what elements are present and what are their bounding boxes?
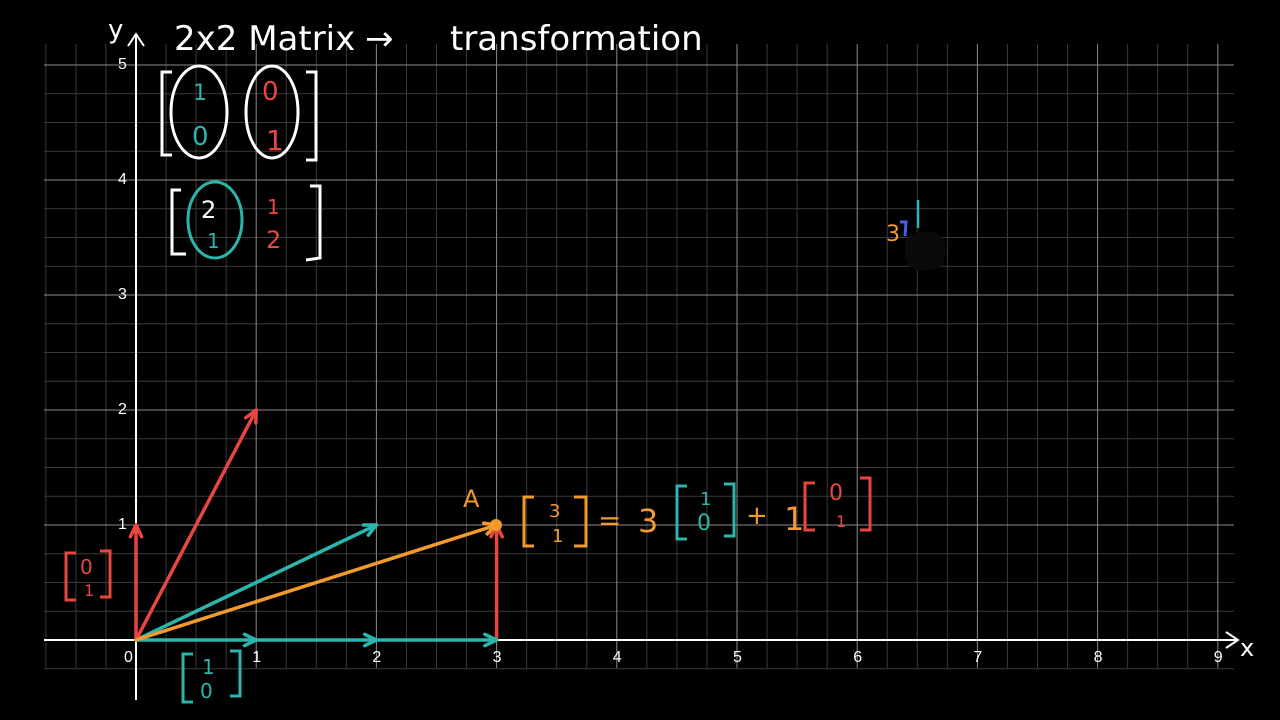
e2-label: 0 1 [64, 549, 112, 602]
y-axis-label: y [108, 15, 123, 45]
point-a-dot [490, 519, 502, 531]
x-tick-label: 8 [1094, 649, 1103, 666]
bracket-left [64, 551, 76, 602]
title-left: 2x2 Matrix [174, 19, 355, 59]
corner-scribble: 3 [886, 200, 945, 270]
std-col2-top: 0 [262, 77, 279, 107]
basis2-top: 0 [829, 481, 843, 506]
vec-bracket-left [522, 495, 534, 548]
left-bracket [170, 188, 186, 256]
x-tick-label: 1 [252, 649, 261, 666]
std-col1-bottom: 0 [192, 122, 209, 152]
vec-bottom: 1 [552, 526, 563, 547]
right-bracket [305, 184, 322, 262]
basis1-bracket-right [724, 482, 736, 538]
bracket-right [100, 549, 112, 599]
e2-bottom: 1 [84, 581, 94, 600]
x-axis-label: x [1240, 634, 1254, 662]
coef-1: 3 [638, 502, 658, 540]
point-a-label: A [463, 485, 480, 513]
coordinate-board: 0 1 2 3 4 5 6 7 8 912345 y x 2x2 Matrix → transfo… [44, 15, 1254, 704]
tf-col2-bottom: 2 [266, 226, 281, 254]
e1-top: 1 [202, 655, 215, 679]
vec-bracket-right [574, 495, 588, 548]
x-tick-label: 9 [1214, 649, 1223, 666]
tf-col1-bottom: 1 [207, 229, 220, 253]
title: 2x2 Matrix → transformation [174, 19, 703, 59]
corner-mark: 3 [886, 222, 900, 247]
transform-matrix: 2 1 1 2 [170, 180, 322, 262]
y-tick-label: 1 [118, 516, 127, 533]
title-arrow: → [365, 19, 394, 59]
plus-sign: + [746, 501, 768, 531]
std-col2-bottom: 1 [266, 124, 284, 157]
x-tick-label: 4 [613, 649, 622, 666]
scribble-mark [900, 220, 908, 237]
bracket-right [230, 649, 242, 698]
y-tick-label: 5 [118, 56, 127, 73]
e2-top: 0 [80, 555, 93, 579]
scribble-blob [905, 232, 945, 270]
x-tick-label: 2 [372, 649, 381, 666]
vec-top: 3 [549, 501, 560, 522]
x-tick-label: 6 [853, 649, 862, 666]
basis1-bottom: 0 [697, 511, 711, 536]
tf-col1-top: 2 [201, 196, 216, 224]
basis2-bottom: 1 [836, 512, 846, 531]
standard-matrix: 1 0 0 1 [160, 64, 318, 162]
e1-bottom: 0 [200, 679, 213, 703]
x-tick-label: 3 [493, 649, 502, 666]
point-a-equation: A 3 1 = 3 1 0 + 1 0 1 [463, 476, 872, 548]
e1-label: 1 0 [181, 649, 242, 704]
x-tick-label: 5 [733, 649, 742, 666]
y-tick-label: 3 [118, 286, 127, 303]
x-tick-label: 7 [973, 649, 982, 666]
basis2-bracket-left [803, 481, 815, 532]
bracket-left [181, 652, 193, 704]
equals-sign: = [598, 504, 621, 537]
y-tick-label: 2 [118, 401, 127, 418]
std-col1-top: 1 [193, 81, 207, 106]
basis1-top: 1 [700, 489, 711, 510]
coef-2: 1 [784, 500, 804, 538]
basis1-bracket-left [675, 484, 687, 541]
x-tick-label: 0 [124, 649, 133, 666]
y-tick-label: 4 [118, 171, 127, 188]
right-bracket [306, 70, 318, 162]
title-right: transformation [450, 19, 703, 59]
tf-col2-top: 1 [267, 195, 280, 219]
basis2-bracket-right [860, 476, 872, 532]
